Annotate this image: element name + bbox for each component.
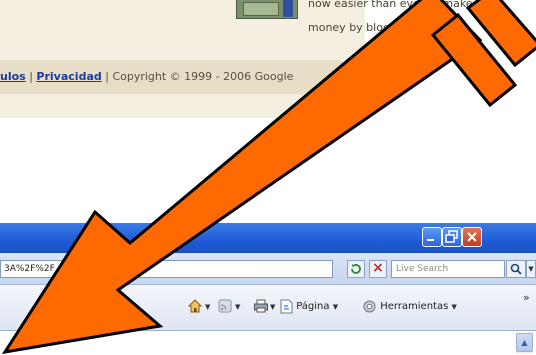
stop-icon: × — [372, 260, 384, 276]
footer-copyright: Copyright © 1999 - 2006 Google — [112, 70, 294, 83]
maximize-button[interactable] — [442, 227, 462, 247]
tools-menu-label: Herramientas — [380, 301, 449, 312]
search-placeholder: Live Search — [396, 264, 449, 274]
print-icon — [254, 299, 268, 313]
ad-text-line-2: money by blogging. — [308, 21, 418, 34]
home-icon — [187, 299, 203, 313]
tools-gear-icon — [363, 300, 376, 312]
web-page-fragment: now easier than ever to make money by bl… — [0, 0, 473, 118]
footer-link-privacy[interactable]: Privacidad — [36, 70, 101, 83]
minimize-button[interactable] — [422, 227, 442, 247]
home-dropdown[interactable]: ▼ — [205, 298, 210, 316]
chevron-down-icon: ▼ — [528, 265, 534, 273]
arrow-tail-stripe-1 — [430, 12, 518, 108]
refresh-button[interactable] — [347, 260, 365, 278]
feeds-button[interactable] — [218, 298, 232, 316]
search-input[interactable]: Live Search — [391, 260, 505, 278]
address-bar[interactable]: 3A%2F%2F — [0, 260, 333, 278]
title-bar[interactable] — [0, 223, 536, 253]
stop-button[interactable]: × — [369, 260, 387, 278]
search-options-dropdown[interactable]: ▼ — [526, 260, 536, 278]
page-content-area[interactable] — [0, 330, 536, 355]
feed-icon — [218, 299, 232, 313]
home-button[interactable] — [187, 298, 203, 316]
ad-text-line-1: now easier than ever to make — [308, 0, 473, 10]
chevron-down-icon: ▼ — [451, 303, 457, 311]
close-icon — [467, 232, 477, 242]
scroll-up-button[interactable]: ▲ — [516, 333, 533, 352]
footer-text: ulos | Privacidad | Copyright © 1999 - 2… — [0, 70, 293, 83]
search-button[interactable] — [506, 260, 526, 278]
page-menu-label: Página — [296, 301, 330, 312]
footer-link-articles[interactable]: ulos — [0, 70, 26, 83]
print-dropdown[interactable]: ▼ — [270, 298, 275, 316]
refresh-icon — [351, 264, 361, 274]
feeds-dropdown[interactable]: ▼ — [235, 298, 240, 316]
tools-menu-button[interactable]: Herramientas ▼ — [362, 298, 457, 316]
arrow-tail-stripe-2 — [465, 0, 536, 68]
command-bar: » ▼ ▼ ▼ Página ▼ Herramientas ▼ — [0, 285, 536, 330]
close-button[interactable] — [462, 227, 482, 247]
restore-icon — [445, 230, 458, 243]
ad-thumbnail-image[interactable] — [236, 0, 298, 19]
page-menu-button[interactable]: Página ▼ — [280, 298, 338, 316]
search-magnifier-icon — [510, 263, 522, 275]
page-icon — [280, 299, 293, 313]
chevron-down-icon: ▼ — [332, 303, 339, 311]
minimize-icon — [427, 239, 434, 241]
chevron-up-icon: ▲ — [521, 338, 528, 347]
address-row: 3A%2F%2F × Live Search ▼ — [0, 253, 536, 285]
browser-window: 3A%2F%2F × Live Search ▼ » ▼ ▼ ▼ Página … — [0, 223, 536, 355]
print-button[interactable] — [253, 298, 269, 316]
address-text: 3A%2F%2F — [4, 264, 55, 274]
more-commands-chevron[interactable]: » — [523, 291, 530, 304]
